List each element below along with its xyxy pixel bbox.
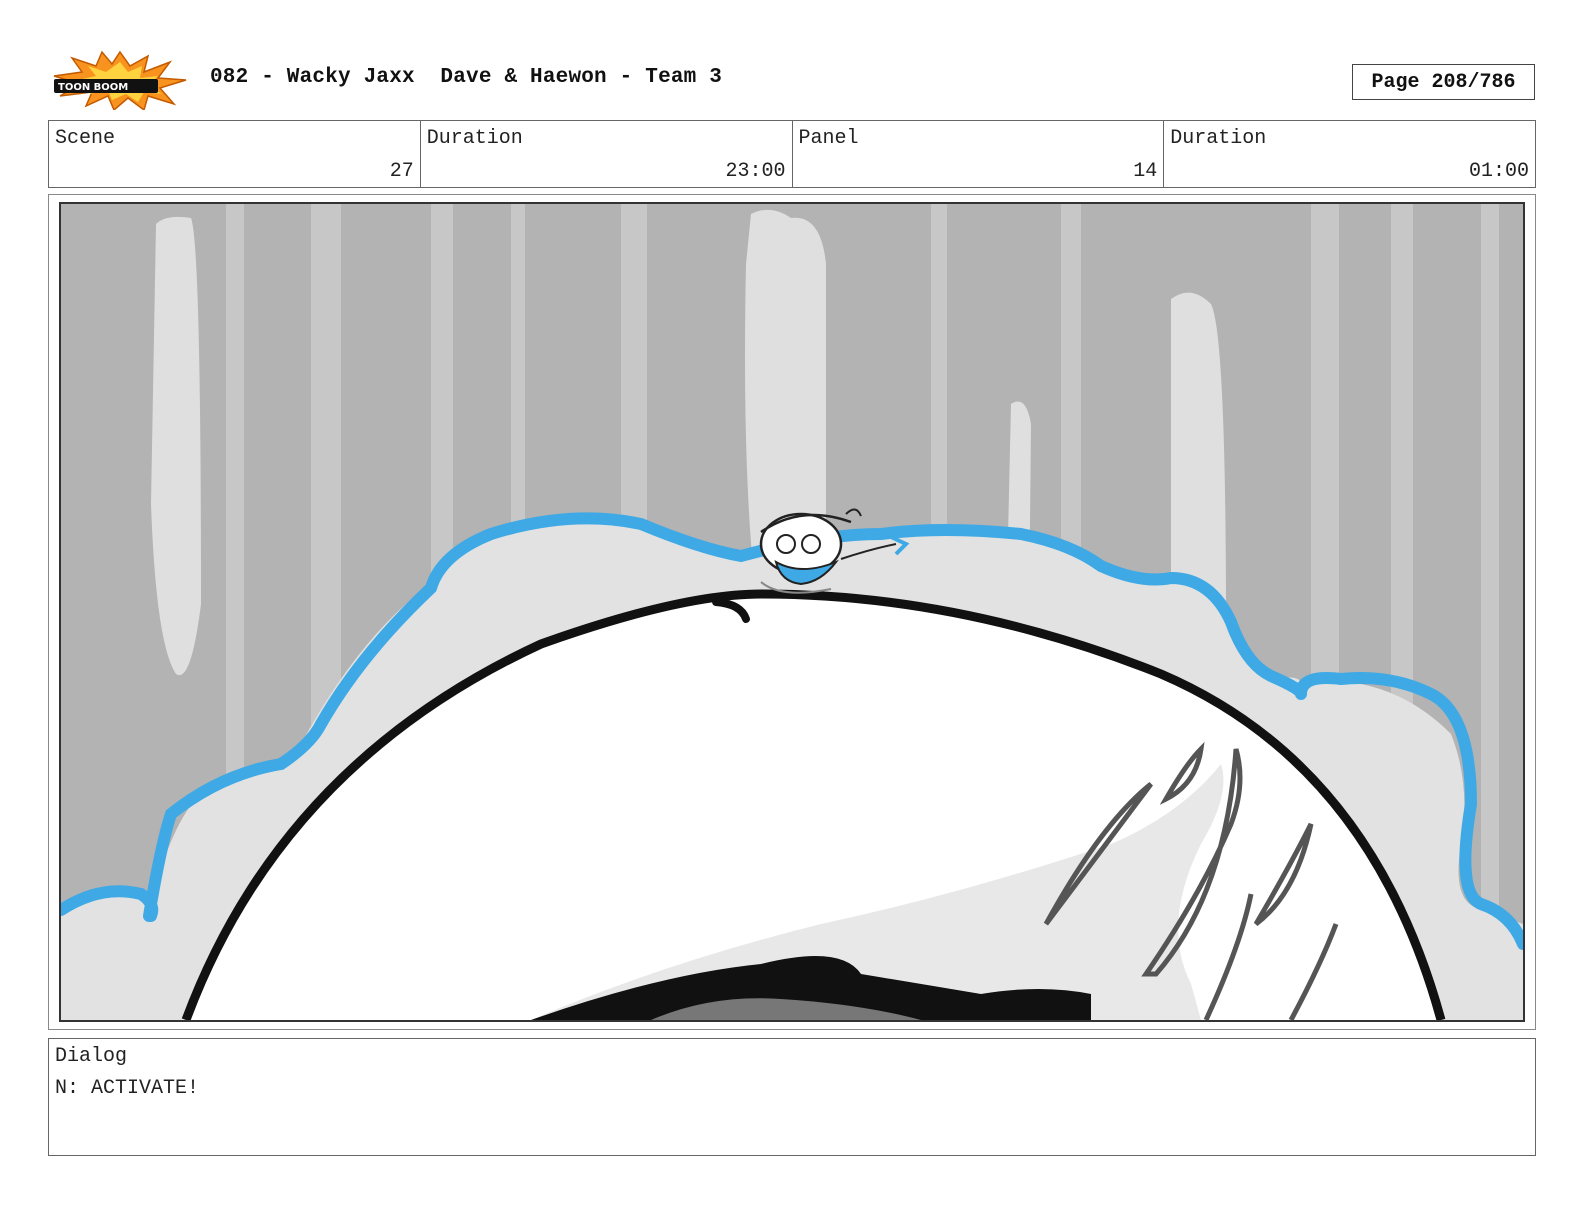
dialog-text: N: ACTIVATE! bbox=[55, 1077, 200, 1100]
panel-duration-label: Duration bbox=[1170, 127, 1267, 150]
panel-drawing bbox=[59, 202, 1525, 1022]
logo-text: TOON BOOM bbox=[58, 82, 128, 93]
panel-label: Panel bbox=[798, 127, 859, 150]
dialog-label: Dialog bbox=[55, 1045, 128, 1068]
scene-label: Scene bbox=[55, 127, 116, 150]
panel-cell: Panel 14 bbox=[793, 121, 1165, 187]
page-number: Page 208/786 bbox=[1352, 64, 1535, 100]
toon-boom-logo: TOON BOOM bbox=[52, 50, 188, 112]
panel-value: 14 bbox=[1133, 160, 1158, 183]
scene-duration-label: Duration bbox=[426, 127, 523, 150]
scene-value: 27 bbox=[389, 160, 414, 183]
scene-duration-cell: Duration 23:00 bbox=[421, 121, 793, 187]
scene-info-table: Scene 27 Duration 23:00 Panel 14 Duratio… bbox=[48, 120, 1536, 188]
panel-duration-cell: Duration 01:00 bbox=[1164, 121, 1535, 187]
dialog-box: Dialog N: ACTIVATE! bbox=[48, 1038, 1536, 1156]
panel-sketch-image bbox=[61, 204, 1523, 1020]
scene-cell: Scene 27 bbox=[49, 121, 421, 187]
document-title: 082 - Wacky Jaxx Dave & Haewon - Team 3 bbox=[210, 66, 723, 89]
panel-duration-value: 01:00 bbox=[1468, 160, 1529, 183]
storyboard-panel bbox=[48, 194, 1536, 1030]
scene-duration-value: 23:00 bbox=[725, 160, 786, 183]
